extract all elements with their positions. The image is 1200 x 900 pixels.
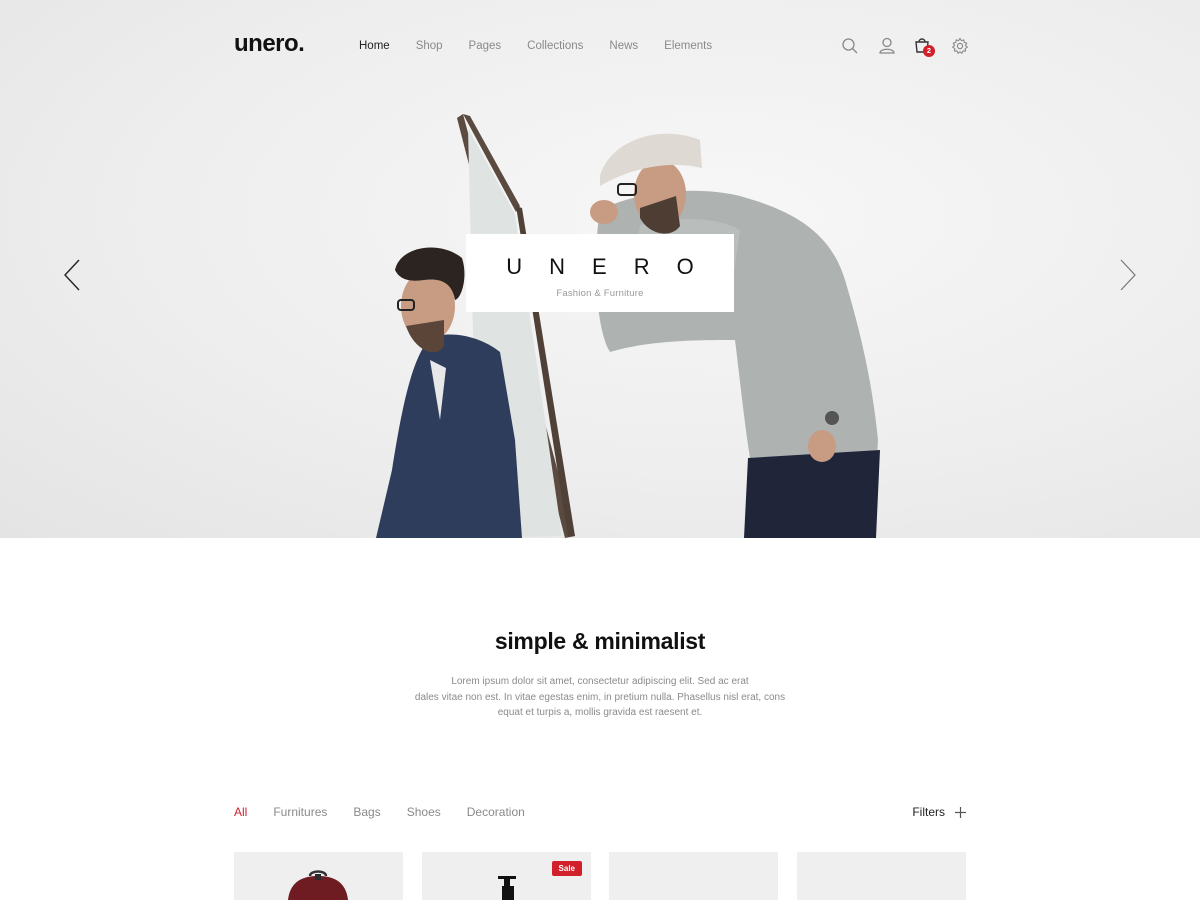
settings-icon	[951, 37, 968, 55]
header-actions: 2	[840, 36, 986, 57]
hero-subtitle: Fashion & Furniture	[556, 288, 644, 299]
search-icon	[842, 38, 858, 54]
product-card[interactable]: Sale	[422, 852, 591, 900]
section-description: Lorem ipsum dolor sit amet, consectetur …	[400, 674, 800, 721]
nav-news[interactable]: News	[609, 40, 638, 52]
filters-button[interactable]: Filters	[912, 805, 966, 819]
slider-prev-button[interactable]	[62, 258, 82, 292]
hero-title: UNERO	[506, 254, 721, 279]
filters-label: Filters	[912, 805, 945, 819]
description-line: Lorem ipsum dolor sit amet, consectetur …	[451, 676, 749, 687]
search-button[interactable]	[840, 36, 860, 56]
product-grid: Sale	[234, 852, 966, 900]
nav-pages[interactable]: Pages	[469, 40, 502, 52]
backpack-image	[288, 870, 348, 900]
dispenser-image	[498, 876, 516, 900]
hero-caption: UNERO Fashion & Furniture	[466, 234, 734, 312]
chevron-right-icon	[1120, 259, 1136, 291]
cart-count-badge: 2	[923, 45, 935, 57]
main-nav: Home Shop Pages Collections News Element…	[359, 40, 738, 52]
section-title: simple & minimalist	[494, 628, 706, 654]
product-filter-bar: All Furnitures Bags Shoes Decoration Fil…	[234, 805, 966, 825]
chevron-left-icon	[64, 259, 80, 291]
slider-next-button[interactable]	[1118, 258, 1138, 292]
plus-icon	[955, 806, 966, 818]
nav-home[interactable]: Home	[359, 40, 390, 52]
tab-all[interactable]: All	[234, 805, 247, 819]
nav-shop[interactable]: Shop	[416, 40, 443, 52]
nav-collections[interactable]: Collections	[527, 40, 583, 52]
site-header: unero. Home Shop Pages Collections News …	[0, 0, 1200, 92]
tab-furnitures[interactable]: Furnitures	[273, 805, 327, 819]
product-card[interactable]	[234, 852, 403, 900]
tab-decoration[interactable]: Decoration	[467, 805, 525, 819]
description-line: equat et turpis a, mollis gravida est ra…	[497, 707, 703, 718]
tab-shoes[interactable]: Shoes	[407, 805, 441, 819]
site-logo[interactable]: unero.	[234, 30, 305, 58]
account-button[interactable]	[877, 36, 897, 56]
sale-badge: Sale	[551, 861, 582, 876]
product-card[interactable]	[609, 852, 778, 900]
cart-button[interactable]: 2	[913, 36, 935, 57]
description-line: dales vitae non est. In vitae egestas en…	[414, 691, 786, 703]
settings-button[interactable]	[950, 36, 970, 56]
product-card[interactable]	[797, 852, 966, 900]
nav-elements[interactable]: Elements	[664, 40, 712, 52]
tab-bags[interactable]: Bags	[353, 805, 380, 819]
category-tabs: All Furnitures Bags Shoes Decoration	[234, 805, 966, 819]
user-icon	[878, 37, 895, 54]
